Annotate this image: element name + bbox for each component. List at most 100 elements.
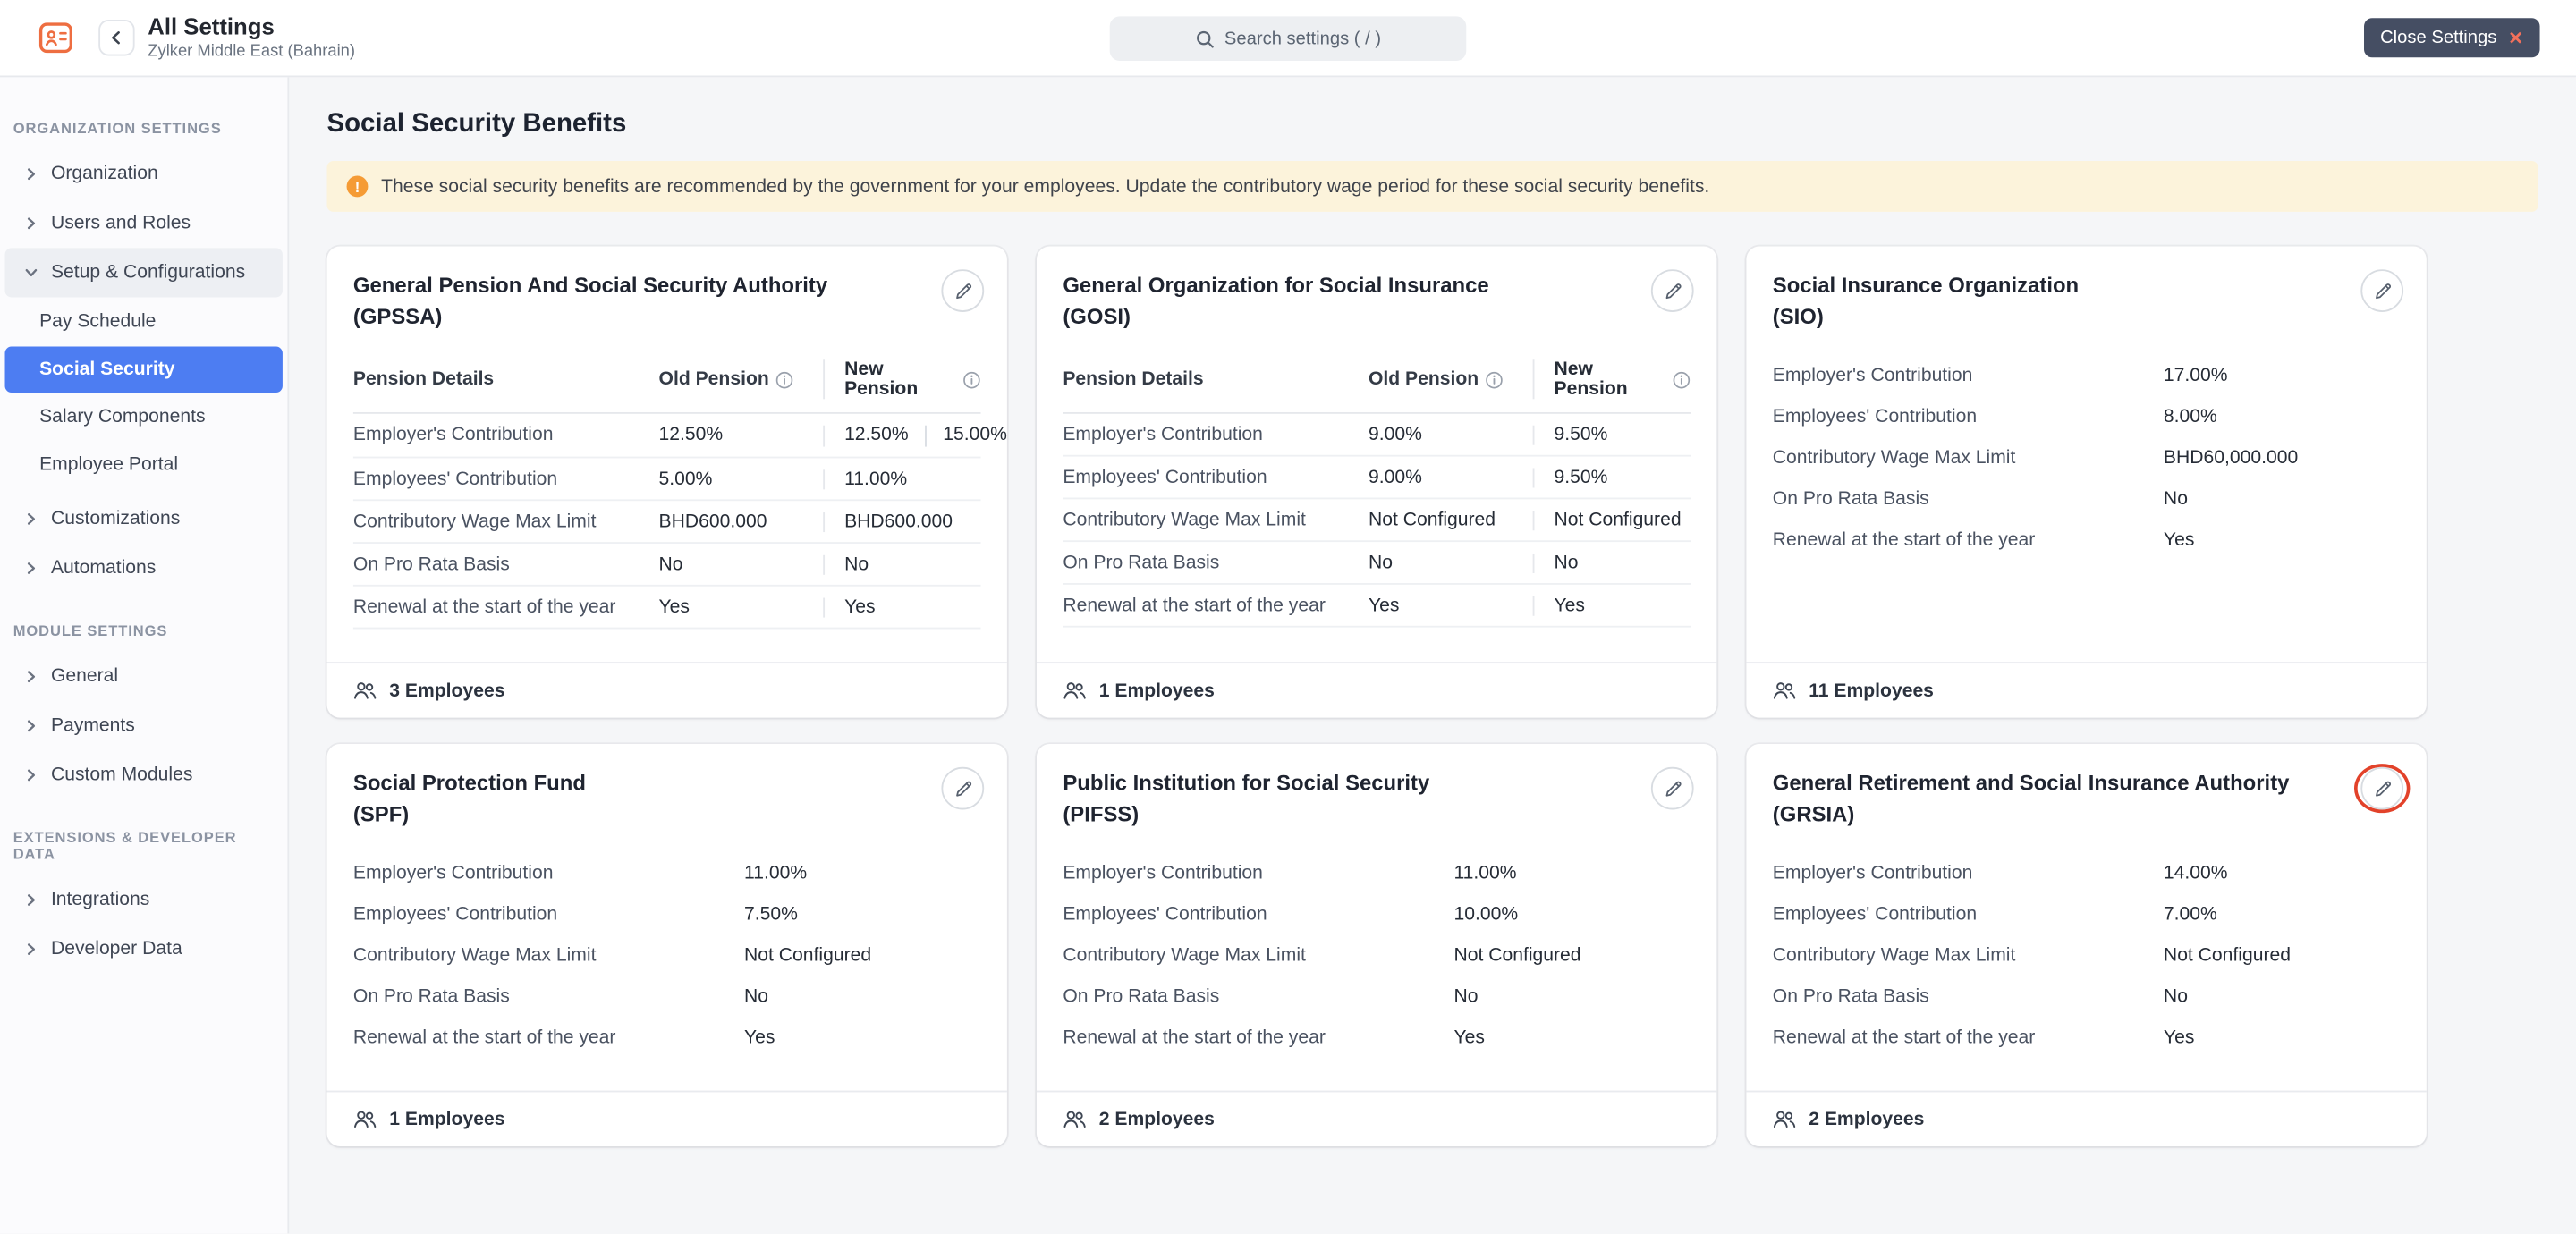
row-label: On Pro Rata Basis: [1063, 553, 1368, 572]
main-content: Social Security Benefits ! These social …: [289, 77, 2576, 1233]
sidebar-section: ORGANIZATION SETTINGSOrganizationUsers a…: [0, 120, 287, 593]
new-pension-value-text: No: [844, 554, 869, 574]
sidebar-item-organization[interactable]: Organization: [5, 149, 283, 199]
sidebar-item-payments[interactable]: Payments: [5, 701, 283, 750]
new-pension-value: BHD600.000: [823, 511, 980, 531]
close-settings-button[interactable]: Close Settings ✕: [2364, 18, 2540, 57]
list-item: Employer's Contribution11.00%: [1063, 852, 1690, 893]
row-value: 11.00%: [1453, 863, 1690, 883]
info-banner-text: These social security benefits are recom…: [381, 176, 1709, 196]
warning-icon: !: [347, 176, 369, 198]
card-title-name: General Retirement and Social Insurance …: [1773, 767, 2321, 799]
new-pension-value-text: 12.50%: [844, 426, 909, 445]
row-value: 7.00%: [2164, 904, 2400, 924]
card-footer: 3 Employees: [327, 662, 1007, 717]
sidebar-item-label: Automations: [51, 558, 156, 578]
sidebar-item-label: Developer Data: [51, 940, 182, 959]
row-label: Contributory Wage Max Limit: [1063, 510, 1368, 529]
list-item: Contributory Wage Max LimitBHD60,000.000: [1773, 437, 2401, 478]
benefit-card-sio: Social Insurance Organization(SIO)Employ…: [1746, 247, 2426, 718]
sidebar-item-employee-portal[interactable]: Employee Portal: [5, 442, 283, 487]
new-pension-value: 12.50%15.00%: [823, 425, 1007, 446]
info-icon[interactable]: [775, 370, 793, 388]
card-footer: 2 Employees: [1746, 1091, 2426, 1146]
sidebar-item-pay-schedule[interactable]: Pay Schedule: [5, 299, 283, 344]
table-row: Employees' Contribution9.00%9.50%: [1063, 457, 1690, 500]
row-value: 17.00%: [2164, 366, 2400, 385]
old-pension-value: Yes: [1368, 596, 1533, 615]
sidebar-item-automations[interactable]: Automations: [5, 544, 283, 593]
list-item: On Pro Rata BasisNo: [1063, 976, 1690, 1017]
card-title-abbr: (GRSIA): [1773, 799, 2321, 830]
row-label: Employer's Contribution: [353, 426, 659, 445]
pension-table: Pension DetailsOld PensionNew PensionEmp…: [353, 351, 981, 629]
card-footer: 11 Employees: [1746, 662, 2426, 717]
info-icon[interactable]: [1486, 370, 1504, 388]
sidebar-item-customizations[interactable]: Customizations: [5, 494, 283, 544]
list-item: On Pro Rata BasisNo: [1773, 478, 2401, 519]
chevron-right-icon: [25, 670, 38, 683]
info-icon[interactable]: [962, 370, 980, 388]
edit-button-grsia[interactable]: [2360, 767, 2403, 810]
sidebar-item-salary-components[interactable]: Salary Components: [5, 394, 283, 440]
chevron-right-icon: [25, 512, 38, 526]
search-placeholder: Search settings ( / ): [1224, 29, 1381, 48]
row-value: Not Configured: [1453, 945, 1690, 965]
chevron-right-icon: [25, 719, 38, 732]
sidebar-item-custom-modules[interactable]: Custom Modules: [5, 750, 283, 799]
row-value: No: [2164, 488, 2400, 508]
employees-icon: [1773, 680, 1796, 701]
card-title-name: Social Protection Fund: [353, 767, 902, 799]
sidebar-item-setup-configurations[interactable]: Setup & Configurations: [5, 248, 283, 297]
sidebar-subitems: Pay ScheduleSocial SecuritySalary Compon…: [0, 299, 287, 487]
employees-count: 3 Employees: [389, 680, 504, 700]
row-label: Employees' Contribution: [1773, 904, 2164, 924]
edit-button-spf[interactable]: [941, 767, 984, 810]
edit-button-gpssa[interactable]: [941, 269, 984, 312]
row-label: Employer's Contribution: [1773, 366, 2164, 385]
sidebar-item-integrations[interactable]: Integrations: [5, 875, 283, 925]
pencil-icon: [952, 778, 973, 799]
list-item: Employer's Contribution17.00%: [1773, 355, 2401, 396]
row-label: On Pro Rata Basis: [353, 554, 659, 574]
employees-icon: [1773, 1109, 1796, 1130]
new-pension-value: No: [1533, 553, 1690, 572]
sidebar-item-users-and-roles[interactable]: Users and Roles: [5, 199, 283, 248]
back-button[interactable]: [98, 20, 134, 55]
employees-count: 2 Employees: [1099, 1110, 1215, 1129]
list-item: Renewal at the start of the yearYes: [1773, 1017, 2401, 1058]
info-icon[interactable]: [1673, 370, 1690, 388]
value-divider: [925, 425, 927, 446]
old-pension-value: Not Configured: [1368, 510, 1533, 529]
new-pension-value: Yes: [823, 597, 980, 617]
list-item: Contributory Wage Max LimitNot Configure…: [1773, 934, 2401, 976]
old-pension-value: 12.50%: [659, 426, 824, 445]
benefit-detail-list: Employer's Contribution11.00%Employees' …: [353, 852, 981, 1058]
row-label: Contributory Wage Max Limit: [1773, 448, 2164, 468]
list-item: Renewal at the start of the yearYes: [1773, 519, 2401, 560]
row-label: Renewal at the start of the year: [353, 597, 659, 617]
new-pension-value: No: [823, 554, 980, 574]
search-input[interactable]: Search settings ( / ): [1110, 16, 1467, 61]
sidebar-item-social-security[interactable]: Social Security: [5, 347, 283, 393]
benefit-card-spf: Social Protection Fund(SPF)Employer's Co…: [327, 744, 1007, 1146]
edit-button-pifss[interactable]: [1651, 767, 1694, 810]
row-value: Yes: [2164, 1027, 2400, 1047]
edit-button-sio[interactable]: [2360, 269, 2403, 312]
benefit-detail-list: Employer's Contribution11.00%Employees' …: [1063, 852, 1690, 1058]
sidebar-item-developer-data[interactable]: Developer Data: [5, 925, 283, 974]
edit-button-gosi[interactable]: [1651, 269, 1694, 312]
row-label: Employees' Contribution: [353, 904, 744, 924]
row-label: Employer's Contribution: [1773, 863, 2164, 883]
card-title: General Pension And Social Security Auth…: [353, 269, 981, 332]
sidebar-item-general[interactable]: General: [5, 652, 283, 701]
column-header-old-pension: Old Pension: [1368, 369, 1533, 389]
card-title-abbr: (SIO): [1773, 300, 2321, 332]
employees-count: 11 Employees: [1809, 680, 1934, 700]
row-label: Employees' Contribution: [1773, 407, 2164, 427]
chevron-down-icon: [25, 266, 38, 280]
table-row: Employer's Contribution9.00%9.50%: [1063, 414, 1690, 457]
row-label: Employer's Contribution: [353, 863, 744, 883]
page-title: Social Security Benefits: [327, 110, 2538, 139]
pencil-icon: [1662, 280, 1683, 301]
